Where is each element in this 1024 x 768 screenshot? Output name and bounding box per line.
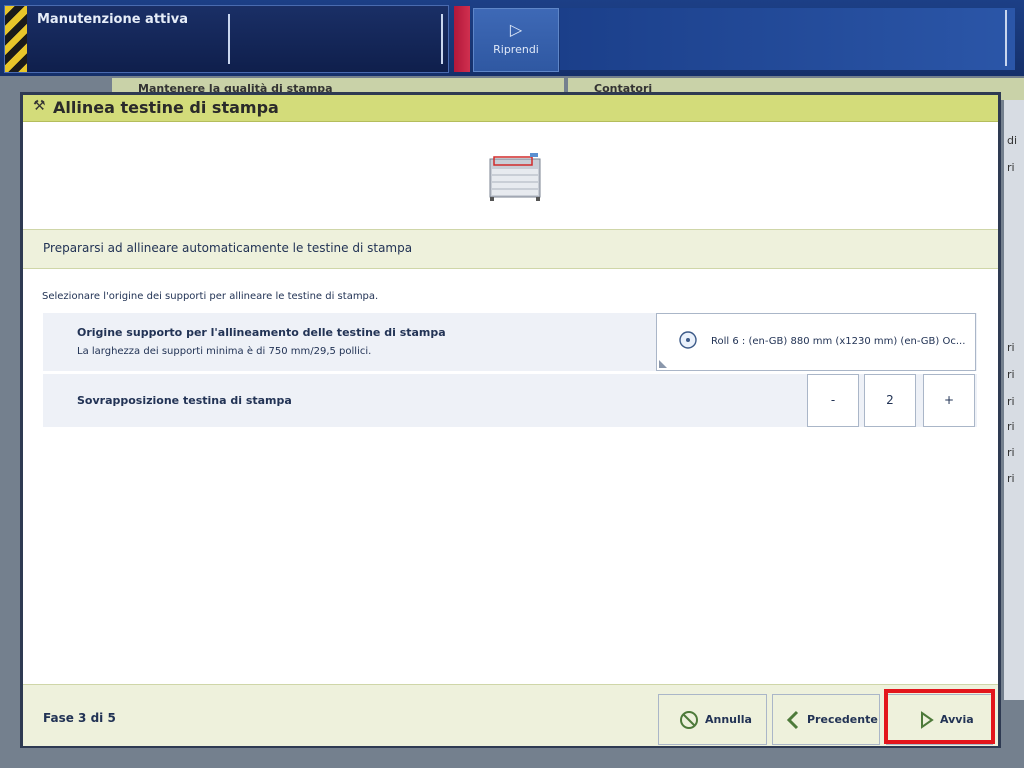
bg-right-column: di ri ri ri ri ri ri ri [1004,100,1024,700]
printer-illustration-icon [489,153,541,201]
media-source-value: Roll 6 : (en-GB) 880 mm (x1230 mm) (en-G… [711,336,966,347]
divider [1005,10,1007,66]
chevron-left-icon [786,710,799,730]
overlap-row: Sovrapposizione testina di stampa - 2 + [43,374,977,427]
overlap-value: 2 [864,374,916,427]
step-indicator: Fase 3 di 5 [43,711,116,725]
dialog-title: Allinea testine di stampa [53,98,279,117]
overlap-decrement-button[interactable]: - [807,374,859,427]
dialog-footer: Fase 3 di 5 Annulla Precedente Avvia [23,684,998,746]
divider [228,14,230,64]
media-source-label: Origine supporto per l'allineamento dell… [77,326,446,339]
media-source-row: Origine supporto per l'allineamento dell… [43,313,977,371]
cancel-icon [680,711,698,729]
maintenance-panel: Manutenzione attiva [4,5,449,73]
resume-button[interactable]: ▷ Riprendi [473,8,559,72]
status-bar: Manutenzione attiva ▷ Riprendi [0,0,1024,76]
instruction-text: Selezionare l'origine dei supporti per a… [42,291,379,302]
section-title: Prepararsi ad allineare automaticamente … [43,241,413,255]
bg-letter: ri [1007,161,1015,174]
cancel-button[interactable]: Annulla [658,694,767,745]
section-header: Prepararsi ad allineare automaticamente … [23,229,998,269]
queue-panel [560,8,1015,70]
bg-letter: ri [1007,368,1015,381]
hazard-stripe-icon [5,6,27,72]
highlight-box [884,689,995,744]
resume-label: Riprendi [493,43,539,56]
dropdown-corner-icon [659,360,667,368]
previous-label: Precedente [807,713,878,726]
dialog-header: ⚒ Allinea testine di stampa [23,95,998,122]
media-source-select[interactable]: Roll 6 : (en-GB) 880 mm (x1230 mm) (en-G… [656,313,976,371]
media-roll-icon [679,331,697,349]
divider [441,14,443,64]
overlap-increment-button[interactable]: + [923,374,975,427]
bg-letter: ri [1007,446,1015,459]
bg-letter: ri [1007,341,1015,354]
previous-button[interactable]: Precedente [772,694,880,745]
bg-letter: ri [1007,395,1015,408]
bg-letter: di [1007,134,1018,147]
bg-letter: ri [1007,420,1015,433]
align-printheads-dialog: ⚒ Allinea testine di stampa Prepararsi a… [20,92,1001,748]
media-source-hint: La larghezza dei supporti minima è di 75… [77,346,372,357]
maintenance-title: Manutenzione attiva [37,12,188,27]
bg-letter: ri [1007,472,1015,485]
cancel-label: Annulla [705,713,752,726]
overlap-label: Sovrapposizione testina di stampa [77,394,292,407]
status-strip [454,6,470,72]
wrench-icon: ⚒ [33,98,46,114]
play-icon: ▷ [509,20,523,39]
